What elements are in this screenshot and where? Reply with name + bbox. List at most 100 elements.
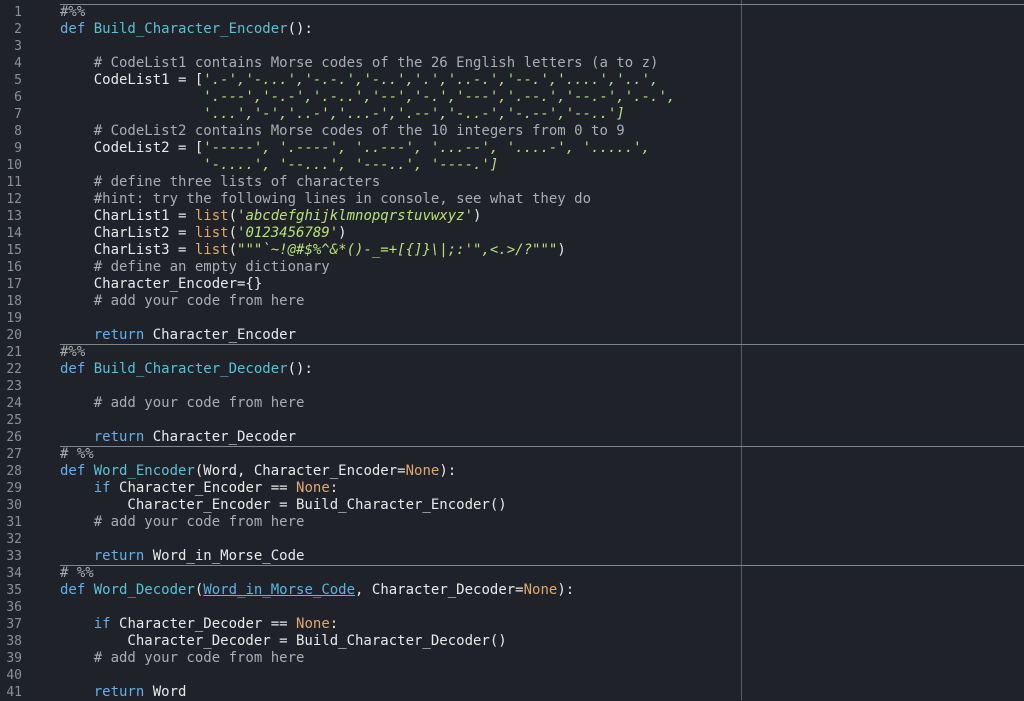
line-number: 37 [6, 617, 22, 632]
code-line-1[interactable]: #%% [60, 4, 85, 21]
code-line-22[interactable]: def Build_Character_Decoder(): [60, 361, 313, 378]
string-literal: 'abcdefghijklmnopqrstuvwxyz' [237, 208, 474, 224]
code-text: ) [557, 242, 566, 258]
function-name: Build_Character_Decoder [93, 361, 288, 377]
line-number: 9 [14, 141, 22, 156]
code-text: (): [287, 361, 313, 377]
keyword: return [60, 429, 153, 445]
line-number: 25 [6, 413, 22, 428]
line-number: 33 [6, 549, 22, 564]
code-line-30[interactable]: Character_Encoder = Build_Character_Enco… [60, 497, 506, 514]
line-number: 21 [6, 345, 22, 360]
string-literal: """`~!@#$%^&*()-_=+[{]}\|;:'",<.>/?""" [237, 242, 558, 258]
code-line-31[interactable]: # add your code from here [60, 514, 305, 531]
code-editor[interactable]: 1 2 3 4 5 6 7 8 9 10 11 12 13 14 15 16 17 18 19 20 21 22 23 24 2… [0, 0, 1024, 700]
code-line-26[interactable]: return Character_Decoder [60, 429, 296, 446]
line-number: 26 [6, 430, 22, 445]
code-line-18[interactable]: # add your code from here [60, 293, 305, 310]
line-number: 20 [6, 328, 22, 343]
code-line-8[interactable]: # CodeList2 contains Morse codes of the … [60, 123, 625, 140]
line-number: 13 [6, 209, 22, 224]
code-line-17[interactable]: Character_Encoder={} [60, 276, 263, 293]
line-number: 12 [6, 192, 22, 207]
code-text: ): [557, 582, 575, 598]
line-number: 6 [14, 90, 22, 105]
code-text: Character_Encoder [152, 327, 297, 343]
code-line-5[interactable]: CodeList1 = ['.-','-...','-.-.','-..','.… [60, 72, 659, 89]
line-number: 32 [6, 532, 22, 547]
none-literal: None [296, 616, 330, 632]
code-line-28[interactable]: def Word_Encoder(Word, Character_Encoder… [60, 463, 456, 480]
code-text: CharList1 = [60, 208, 195, 224]
code-line-9[interactable]: CodeList2 = ['-----', '.----', '..---', … [60, 140, 650, 157]
line-number: 40 [6, 668, 22, 683]
code-line-13[interactable]: CharList1 = list('abcdefghijklmnopqrstuv… [60, 208, 482, 225]
code-text: ( [228, 242, 238, 258]
keyword: return [60, 327, 153, 343]
code-text: CharList2 = [60, 225, 195, 241]
code-line-4[interactable]: # CodeList1 contains Morse codes of the … [60, 55, 659, 72]
line-number: 28 [6, 464, 22, 479]
keyword: def [60, 21, 94, 37]
code-line-14[interactable]: CharList2 = list('0123456789') [60, 225, 347, 242]
highlighted-parameter[interactable]: Word_in_Morse_Code [203, 582, 355, 598]
line-number-gutter: 1 2 3 4 5 6 7 8 9 10 11 12 13 14 15 16 17 18 19 20 21 22 23 24 2… [0, 0, 30, 700]
code-line-15[interactable]: CharList3 = list("""`~!@#$%^&*()-_=+[{]}… [60, 242, 566, 259]
code-line-27[interactable]: # %% [60, 446, 94, 463]
keyword: def [60, 361, 94, 377]
code-line-16[interactable]: # define an empty dictionary [60, 259, 330, 276]
code-line-37[interactable]: if Character_Decoder == None: [60, 616, 338, 633]
cell-separator [60, 446, 1024, 447]
code-line-39[interactable]: # add your code from here [60, 650, 305, 667]
none-literal: None [296, 480, 330, 496]
code-line-2[interactable]: def Build_Character_Encoder(): [60, 21, 313, 38]
code-text: (): [287, 21, 313, 37]
code-text: CharList3 = [60, 242, 195, 258]
keyword: def [60, 463, 94, 479]
code-line-33[interactable]: return Word_in_Morse_Code [60, 548, 305, 565]
builtin-list: list [194, 225, 229, 241]
code-line-34[interactable]: # %% [60, 565, 94, 582]
code-text: ( [228, 225, 238, 241]
line-number: 18 [6, 294, 22, 309]
function-name: Word_Encoder [93, 463, 195, 479]
builtin-list: list [194, 242, 229, 258]
none-literal: None [405, 463, 440, 479]
line-number: 3 [14, 39, 22, 54]
code-text: Word_in_Morse_Code [152, 548, 305, 564]
code-text: ): [439, 463, 457, 479]
code-line-24[interactable]: # add your code from here [60, 395, 305, 412]
code-line-41[interactable]: return Word [60, 684, 187, 701]
code-line-35[interactable]: def Word_Decoder(Word_in_Morse_Code, Cha… [60, 582, 574, 599]
code-line-38[interactable]: Character_Decoder = Build_Character_Deco… [60, 633, 506, 650]
code-line-20[interactable]: return Character_Encoder [60, 327, 296, 344]
line-number: 16 [6, 260, 22, 275]
code-line-6[interactable]: '.---','-.-','.-..','--','-.','---','.--… [60, 89, 675, 106]
code-line-21[interactable]: #%% [60, 344, 85, 361]
line-number: 15 [6, 243, 22, 258]
code-text: , Character_Decoder= [355, 582, 524, 598]
code-text: Character_Decoder [152, 429, 297, 445]
vertical-ruler [741, 0, 742, 700]
code-line-11[interactable]: # define three lists of characters [60, 174, 381, 191]
keyword: if [60, 616, 120, 632]
code-text: ) [473, 208, 482, 224]
line-number: 4 [14, 56, 22, 71]
line-number: 36 [6, 600, 22, 615]
line-number: 29 [6, 481, 22, 496]
keyword: def [60, 582, 94, 598]
line-number: 7 [14, 107, 22, 122]
keyword: return [60, 684, 153, 700]
line-number: 2 [14, 22, 22, 37]
keyword: if [60, 480, 120, 496]
code-line-7[interactable]: '...','-','..-','...-','.--','-..-','-.-… [60, 106, 624, 123]
code-line-29[interactable]: if Character_Encoder == None: [60, 480, 338, 497]
code-line-12[interactable]: #hint: try the following lines in consol… [60, 191, 591, 208]
code-text: ) [338, 225, 347, 241]
code-line-10[interactable]: '-....', '--...', '---..', '----.'] [60, 157, 498, 174]
code-text: : [329, 480, 339, 496]
code-text: CodeList1 = [ [60, 72, 204, 88]
cell-separator [60, 565, 1024, 566]
line-number: 17 [6, 277, 22, 292]
line-number: 10 [6, 158, 22, 173]
